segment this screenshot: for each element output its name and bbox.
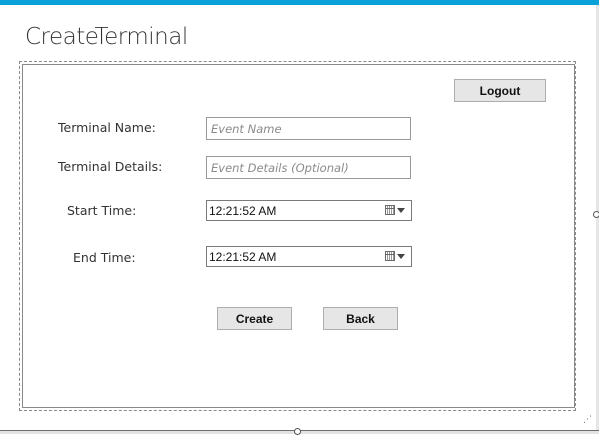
logout-button[interactable]: Logout [454,79,546,102]
end-time-label: End Time: [73,250,136,265]
app-window: ⋰ CreateTerminal Logout Terminal Name: T… [0,0,599,435]
start-time-value[interactable]: 12:21:52 AM [209,204,276,218]
terminal-name-label: Terminal Name: [58,120,156,135]
resize-grip-icon[interactable]: ⋰ [583,416,595,430]
start-time-picker[interactable]: 12:21:52 AM [206,200,412,221]
calendar-icon[interactable] [385,205,395,215]
chevron-down-icon[interactable] [397,208,405,213]
create-button[interactable]: Create [217,307,292,330]
back-button[interactable]: Back [323,307,398,330]
terminal-details-input[interactable] [206,156,411,179]
resize-handle-right[interactable] [593,211,599,218]
terminal-name-input[interactable] [206,117,411,140]
calendar-icon[interactable] [385,251,395,261]
window-accent-bar [0,0,599,5]
terminal-details-label: Terminal Details: [58,159,163,174]
end-time-value[interactable]: 12:21:52 AM [209,250,276,264]
form-panel [22,64,575,408]
chevron-down-icon[interactable] [397,254,405,259]
start-time-label: Start Time: [67,203,137,218]
end-time-picker[interactable]: 12:21:52 AM [206,246,412,267]
page-title: CreateTerminal [25,24,188,50]
